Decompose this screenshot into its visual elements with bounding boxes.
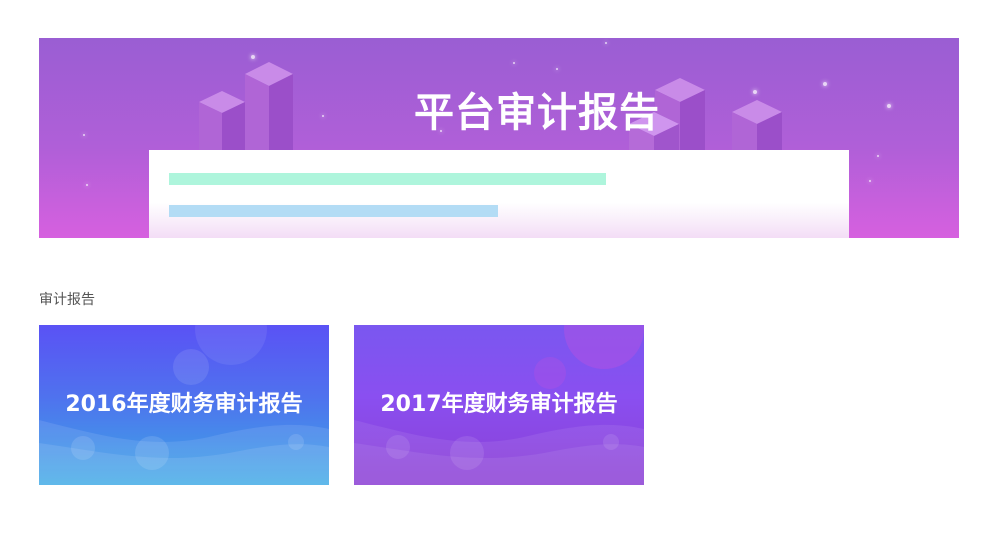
star-icon xyxy=(251,55,255,59)
placeholder-bar-blue xyxy=(169,205,498,217)
banner-title: 平台审计报告 xyxy=(414,90,660,136)
star-icon xyxy=(605,42,607,44)
audit-banner: 平台审计报告 xyxy=(39,38,959,238)
star-icon xyxy=(556,68,558,70)
banner-summary-card xyxy=(149,150,849,238)
section-label: 审计报告 xyxy=(39,292,95,308)
star-icon xyxy=(513,62,515,64)
report-card-title: 2017年度财务审计报告 xyxy=(380,392,618,417)
star-icon xyxy=(869,180,871,182)
report-card-2017[interactable]: 2017年度财务审计报告 xyxy=(354,325,644,485)
report-card-title: 2016年度财务审计报告 xyxy=(65,392,303,417)
placeholder-bar-green xyxy=(169,173,606,185)
star-icon xyxy=(86,184,88,186)
star-icon xyxy=(877,155,879,157)
report-card-2016[interactable]: 2016年度财务审计报告 xyxy=(39,325,329,485)
